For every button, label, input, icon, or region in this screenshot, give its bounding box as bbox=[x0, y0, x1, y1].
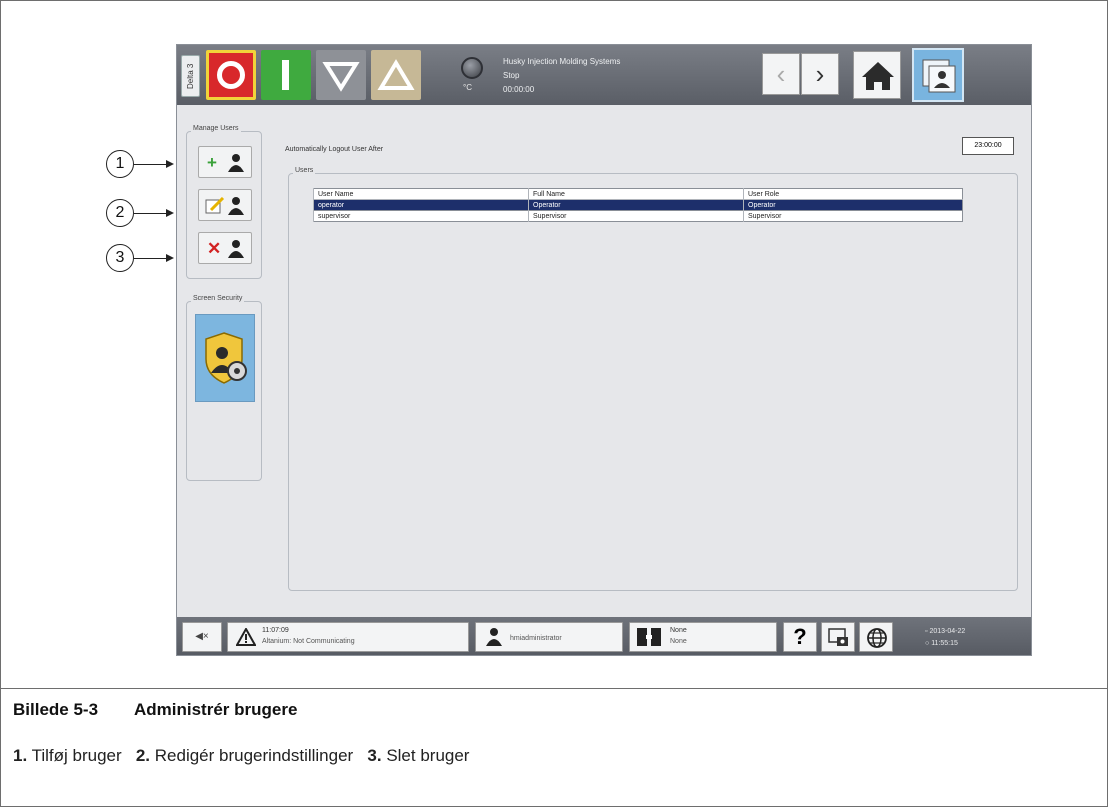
current-user-name: hmiadministrator bbox=[510, 635, 562, 642]
callout-1: 1 bbox=[106, 150, 134, 178]
status-state: Stop bbox=[503, 71, 520, 80]
legend-number: 1. bbox=[13, 746, 28, 765]
column-header-user-name[interactable]: User Name bbox=[313, 188, 529, 200]
users-screen-button[interactable] bbox=[912, 48, 964, 102]
mold-detail: None bbox=[670, 638, 687, 645]
table-row[interactable]: supervisor Supervisor Supervisor bbox=[313, 210, 963, 222]
legend-number: 2. bbox=[135, 746, 151, 765]
cell-full-name: Operator bbox=[528, 199, 744, 211]
mold-name: None bbox=[670, 627, 687, 634]
language-button[interactable] bbox=[859, 622, 893, 652]
users-label: Users bbox=[293, 167, 316, 174]
alarm-text: Altanium: Not Communicating bbox=[262, 638, 355, 645]
cell-full-name: Supervisor bbox=[528, 210, 744, 222]
hmi-screenshot: Delta 3 °C Husky Injection Molding Syste… bbox=[176, 44, 1032, 656]
callout-line bbox=[134, 258, 168, 259]
table-header-row: User Name Full Name User Role bbox=[313, 188, 963, 200]
cell-user-name: supervisor bbox=[313, 210, 529, 222]
cell-user-name: operator bbox=[313, 199, 529, 211]
callout-line bbox=[134, 213, 168, 214]
stop-button[interactable] bbox=[206, 50, 256, 100]
callout-line bbox=[134, 164, 168, 165]
plus-icon: + bbox=[207, 153, 217, 172]
alarm-banner[interactable]: 11:07:09 Altanium: Not Communicating bbox=[227, 622, 469, 652]
controller-tab[interactable]: Delta 3 bbox=[181, 55, 200, 97]
screen-security-group: Screen Security bbox=[186, 295, 262, 481]
column-header-full-name[interactable]: Full Name bbox=[528, 188, 744, 200]
temperature-unit: °C bbox=[463, 83, 472, 92]
standby-down-button[interactable] bbox=[316, 50, 366, 100]
user-icon bbox=[486, 628, 502, 646]
clock-date: 2013-04-22 bbox=[929, 628, 966, 635]
chevron-right-icon: › bbox=[815, 59, 825, 89]
auto-logout-label: Automatically Logout User After bbox=[285, 146, 384, 153]
edit-user-button[interactable] bbox=[198, 189, 252, 221]
chevron-left-icon: ‹ bbox=[776, 59, 786, 89]
manage-users-label: Manage Users bbox=[191, 125, 241, 132]
close-icon: ✕ bbox=[207, 239, 222, 258]
legend-text: Tilføj bruger bbox=[31, 746, 122, 765]
alarm-time: 11:07:09 bbox=[262, 627, 289, 634]
machine-status: °C Husky Injection Molding Systems Stop … bbox=[441, 49, 651, 101]
caption-divider bbox=[0, 688, 1108, 689]
user-icon bbox=[228, 197, 244, 215]
status-timer: 00:00:00 bbox=[503, 85, 535, 94]
triangle-down-icon bbox=[322, 62, 360, 92]
mute-button[interactable]: ◀× bbox=[182, 622, 222, 652]
arrow-icon bbox=[166, 209, 174, 217]
speaker-mute-icon: ◀× bbox=[195, 631, 209, 642]
table-row[interactable]: operator Operator Operator bbox=[313, 199, 963, 211]
start-button[interactable] bbox=[261, 50, 311, 100]
manage-users-group: Manage Users + ✕ bbox=[186, 125, 262, 279]
clock-time: 11:55:15 bbox=[931, 640, 958, 647]
user-icon bbox=[228, 154, 244, 172]
callout-2: 2 bbox=[106, 199, 134, 227]
status-title: Husky Injection Molding Systems bbox=[503, 57, 621, 66]
legend-text: Redigér brugerindstillinger bbox=[154, 746, 354, 765]
mold-button[interactable]: None None bbox=[629, 622, 777, 652]
user-icon bbox=[228, 240, 244, 258]
bottom-bar: ◀× 11:07:09 Altanium: Not Communicating … bbox=[177, 617, 1031, 655]
clock: ▫ 2013-04-22 ○ 11:55:15 bbox=[925, 626, 965, 650]
arrow-icon bbox=[166, 254, 174, 262]
figure-number: Billede 5-3 bbox=[13, 700, 99, 719]
top-bar: Delta 3 °C Husky Injection Molding Syste… bbox=[177, 45, 1031, 105]
screenshot-icon bbox=[828, 628, 848, 646]
cell-user-role: Operator bbox=[743, 199, 963, 211]
boost-up-button[interactable] bbox=[371, 50, 421, 100]
start-icon bbox=[282, 60, 289, 90]
globe-icon bbox=[867, 628, 887, 648]
warning-icon bbox=[236, 628, 256, 646]
back-button[interactable]: ‹ bbox=[762, 53, 800, 95]
current-user-button[interactable]: hmiadministrator bbox=[475, 622, 623, 652]
callout-3: 3 bbox=[106, 244, 134, 272]
screenshot-button[interactable] bbox=[821, 622, 855, 652]
arrow-icon bbox=[166, 160, 174, 168]
edit-note-icon bbox=[205, 197, 225, 214]
users-group: Users User Name Full Name User Role oper… bbox=[288, 167, 1018, 591]
auto-logout-input[interactable]: 23:00:00 bbox=[962, 137, 1014, 155]
figure-legend: 1. Tilføj bruger 2. Redigér brugerindsti… bbox=[13, 746, 469, 766]
delete-user-button[interactable]: ✕ bbox=[198, 232, 252, 264]
cell-user-role: Supervisor bbox=[743, 210, 963, 222]
home-icon bbox=[862, 62, 894, 90]
help-button[interactable]: ? bbox=[783, 622, 817, 652]
shield-icon bbox=[205, 332, 247, 384]
screen-security-label: Screen Security bbox=[191, 295, 245, 302]
mold-icon bbox=[637, 628, 661, 646]
legend-number: 3. bbox=[367, 746, 382, 765]
triangle-up-icon bbox=[377, 59, 415, 90]
forward-button[interactable]: › bbox=[801, 53, 839, 95]
add-user-button[interactable]: + bbox=[198, 146, 252, 178]
users-group-icon bbox=[922, 59, 956, 93]
help-icon: ? bbox=[793, 624, 807, 649]
stop-icon bbox=[217, 61, 245, 89]
status-lamp-icon bbox=[461, 57, 483, 79]
users-table: User Name Full Name User Role operator O… bbox=[313, 188, 963, 222]
figure-title: Administrér brugere bbox=[134, 700, 298, 719]
legend-text: Slet bruger bbox=[386, 746, 470, 765]
home-button[interactable] bbox=[853, 51, 901, 99]
screen-security-button[interactable] bbox=[195, 314, 255, 402]
column-header-user-role[interactable]: User Role bbox=[743, 188, 963, 200]
